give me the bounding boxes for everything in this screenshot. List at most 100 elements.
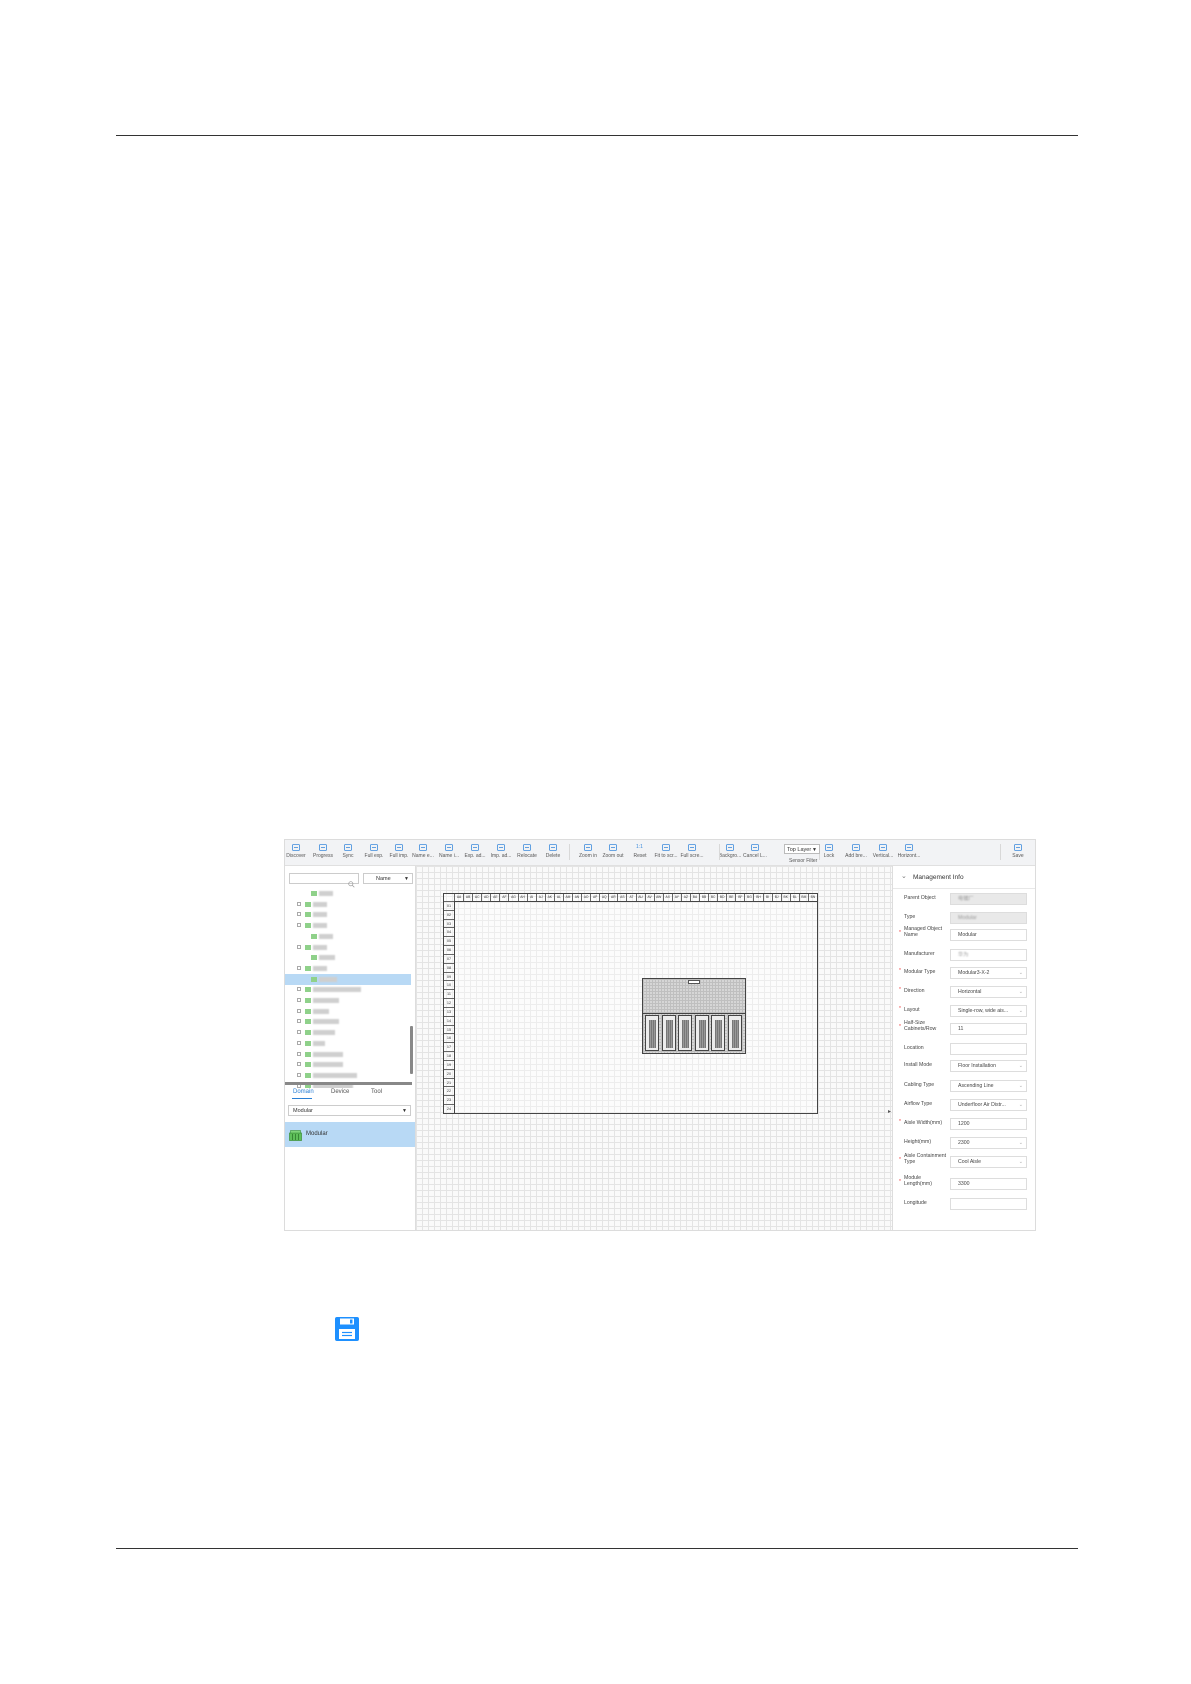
property-field[interactable] — [950, 1043, 1027, 1055]
toolbar-button[interactable]: Imp. ad... — [489, 841, 513, 864]
tree-expand-icon[interactable] — [297, 998, 301, 1002]
toolbar-button[interactable]: Horizont... — [897, 841, 921, 864]
tree-node-icon — [305, 912, 311, 918]
tab-device[interactable]: Device — [331, 1089, 349, 1095]
tree-expand-icon[interactable] — [297, 1019, 301, 1024]
property-field[interactable]: 华为 — [950, 949, 1027, 961]
cabinet[interactable] — [694, 1015, 709, 1051]
toolbar-button[interactable]: Full scre... — [680, 841, 704, 864]
tree-expand-icon[interactable] — [297, 1040, 301, 1045]
toolbar-button[interactable]: Name e... — [411, 841, 435, 864]
tree-item[interactable] — [285, 1049, 411, 1060]
tree-item[interactable] — [285, 973, 411, 985]
column-label: BL — [789, 894, 799, 901]
toolbar-button[interactable]: Progress — [311, 841, 335, 864]
toolbar-button[interactable]: Backgro... — [718, 841, 742, 864]
toolbar-button[interactable]: Lock — [817, 841, 841, 864]
tree-expand-icon[interactable] — [297, 1051, 301, 1056]
properties-header[interactable]: ⌄ Management Info — [893, 866, 1035, 889]
tab-domain[interactable]: Domain — [293, 1089, 314, 1095]
toolbar-button[interactable]: Fit to scr... — [654, 841, 678, 864]
toolbar-button[interactable]: Name i... — [437, 841, 461, 864]
tree-item[interactable] — [285, 920, 411, 931]
tree-item[interactable] — [285, 1006, 411, 1017]
tree-expand-icon[interactable] — [297, 923, 301, 928]
property-field[interactable]: Cool Aisle ⌄ — [950, 1156, 1027, 1168]
tree-item[interactable] — [285, 1070, 411, 1081]
tree-item[interactable] — [285, 952, 411, 963]
modular-unit[interactable] — [642, 978, 746, 1054]
tree-item[interactable] — [285, 888, 411, 899]
layer-select[interactable]: Top Layer ▼ — [784, 844, 820, 854]
tree-item[interactable] — [285, 931, 411, 942]
tree-expand-icon[interactable] — [297, 1072, 301, 1077]
tree-item[interactable] — [285, 995, 411, 1006]
column-label: AC — [472, 894, 481, 901]
tree-item[interactable] — [285, 899, 411, 910]
required-marker: * — [899, 1006, 901, 1012]
toolbar-button[interactable]: Sync — [336, 841, 360, 864]
toolbar-button[interactable]: Full imp. — [387, 841, 411, 864]
toolbar-button[interactable]: 1:1 Reset — [628, 841, 652, 864]
reset-ratio-icon: 1:1 — [636, 844, 643, 850]
tree-expand-icon[interactable] — [297, 901, 301, 906]
tab-tool[interactable]: Tool — [371, 1089, 382, 1095]
tree-item[interactable] — [285, 984, 411, 995]
tree-expand-icon[interactable] — [297, 965, 301, 970]
tree-expand-icon[interactable] — [297, 1008, 301, 1013]
property-field[interactable] — [950, 1198, 1027, 1210]
property-field[interactable]: Modular — [950, 929, 1027, 941]
tree-expand-icon[interactable] — [297, 912, 301, 917]
collapse-right-panel-icon[interactable]: ▸ — [888, 1108, 891, 1115]
property-field[interactable]: Horizontal ⌄ — [950, 986, 1027, 998]
tree-item[interactable] — [285, 1059, 411, 1070]
tree-expand-icon[interactable] — [297, 1030, 301, 1035]
toolbar-button[interactable]: Exp. ad... — [463, 841, 487, 864]
tree-expand-icon[interactable] — [297, 944, 301, 949]
toolbar-button[interactable]: Add bre... — [844, 841, 868, 864]
tree-node-icon — [305, 944, 311, 950]
tree-item[interactable] — [285, 963, 411, 974]
cabinet[interactable] — [645, 1015, 659, 1051]
device-type-select[interactable]: Modular ▼ — [288, 1105, 411, 1116]
property-field[interactable]: Single-row, wide ais... ⌄ — [950, 1005, 1027, 1017]
tree-item-label-redacted — [313, 1051, 343, 1057]
chevron-down-icon: ⌄ — [1018, 1102, 1023, 1108]
cabinet[interactable] — [678, 1015, 692, 1051]
tree-item[interactable] — [285, 942, 411, 953]
tree-expand-icon[interactable] — [297, 987, 301, 992]
property-field[interactable]: Modular3-X-2 ⌄ — [950, 967, 1027, 979]
property-field[interactable]: Floor Installation ⌄ — [950, 1060, 1027, 1072]
tree-item[interactable] — [285, 909, 411, 920]
toolbar-button[interactable]: Zoom in — [576, 841, 600, 864]
property-field[interactable]: 2300 ⌄ — [950, 1137, 1027, 1149]
tree-expand-icon[interactable] — [297, 1062, 301, 1067]
search-field-select[interactable]: Name ▼ — [363, 873, 413, 884]
property-field[interactable]: 11 — [950, 1023, 1027, 1035]
search-input[interactable] — [289, 873, 359, 888]
toolbar-button[interactable]: Full exp. — [362, 841, 386, 864]
tree-item[interactable] — [285, 1038, 411, 1049]
property-field[interactable]: 1200 — [950, 1118, 1027, 1130]
tree-item[interactable] — [285, 1016, 411, 1027]
toolbar-button[interactable]: Relocate — [515, 841, 539, 864]
property-field[interactable]: Underfloor Air Distr... ⌄ — [950, 1099, 1027, 1111]
cabinet[interactable] — [727, 1015, 742, 1051]
property-field[interactable]: Ascending Line ⌄ — [950, 1080, 1027, 1092]
sensor-filter-button[interactable]: Sensor Filter — [789, 858, 817, 864]
cabinet[interactable] — [661, 1015, 676, 1051]
tree-vertical-scrollbar[interactable] — [410, 1026, 413, 1074]
toolbar-button[interactable]: Delete — [541, 841, 565, 864]
toolbar-button[interactable]: Zoom out — [601, 841, 625, 864]
panel-splitter[interactable] — [285, 1082, 412, 1085]
device-item-modular[interactable]: Modular — [285, 1122, 415, 1147]
column-label: BK — [780, 894, 790, 901]
toolbar-button[interactable]: Discover — [285, 841, 308, 864]
property-field[interactable]: 3300 — [950, 1178, 1027, 1190]
cabinet[interactable] — [711, 1015, 725, 1051]
tree-item[interactable] — [285, 1027, 411, 1038]
toolbar-button[interactable]: Save — [1006, 841, 1030, 864]
toolbar-button[interactable]: Cancel L... — [743, 841, 767, 864]
floor-plan-canvas[interactable]: AA AB AC AD AE AF AG AH AI AJ AK AL AM AN AO AP AQ AR AS AT… — [416, 866, 892, 1230]
toolbar-button[interactable]: Vertical... — [871, 841, 895, 864]
